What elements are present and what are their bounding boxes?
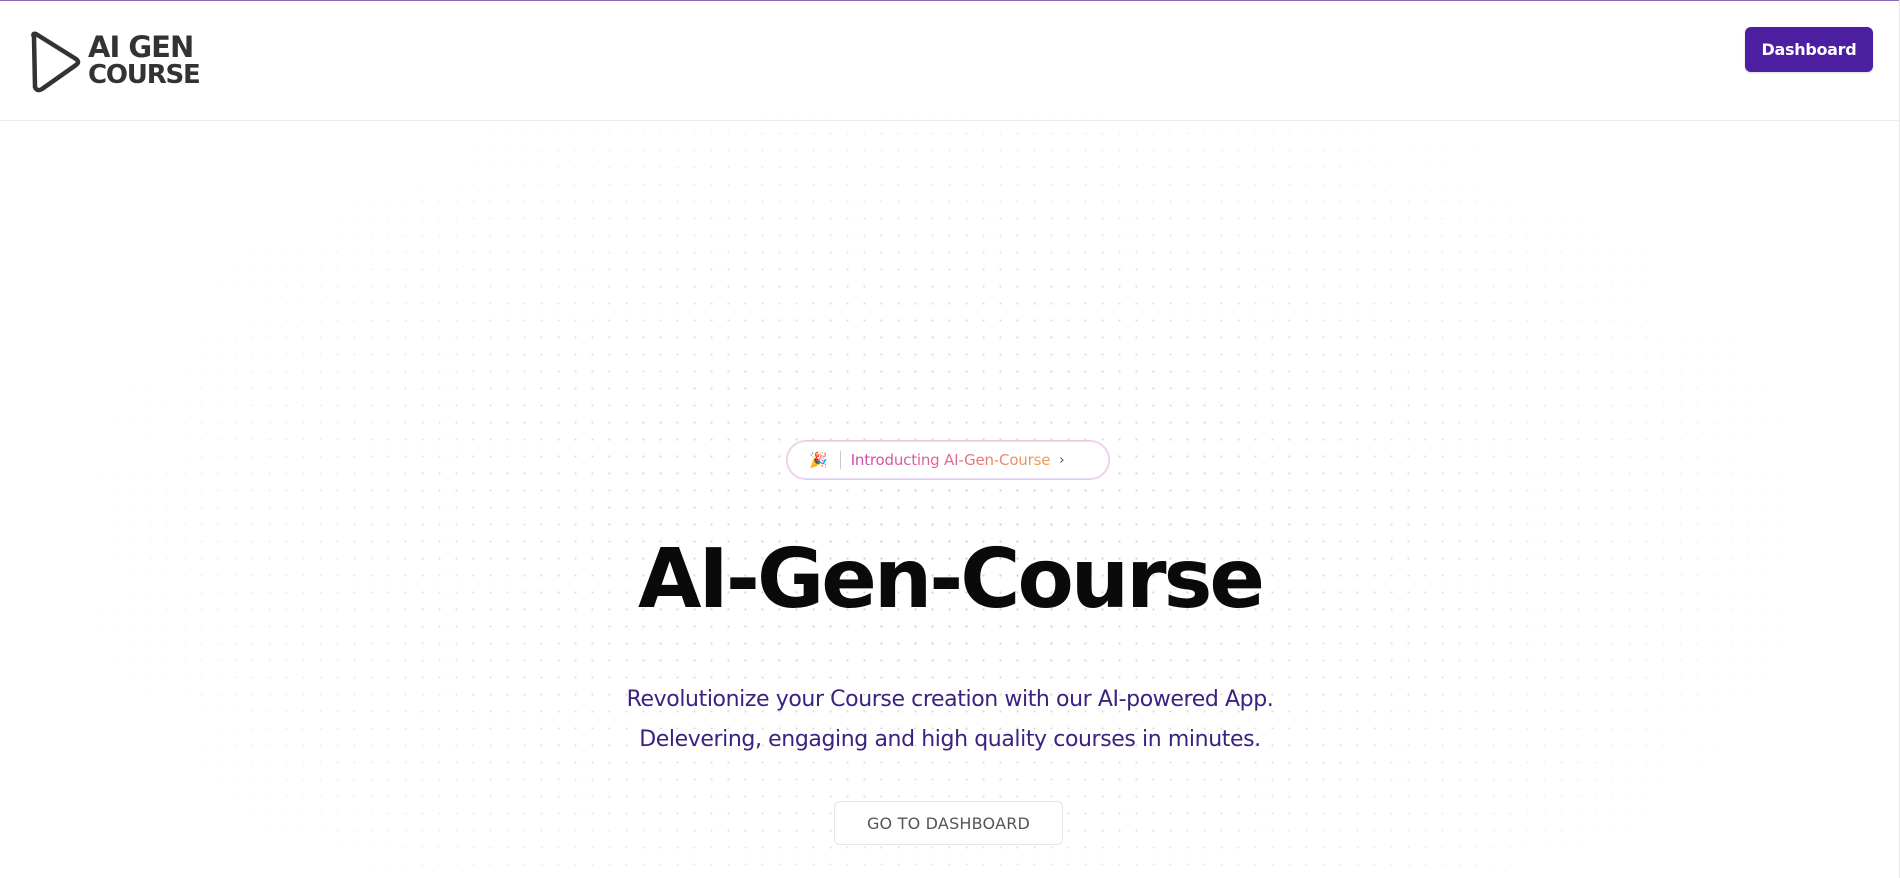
announcement-pill[interactable]: 🎉 Introducting AI-Gen-Course › <box>786 440 1110 480</box>
hero-subtitle-line-1: Revolutionize your Course creation with … <box>626 687 1274 712</box>
hero-title: AI-Gen-Course <box>637 532 1265 627</box>
logo-wordmark: AI GEN COURSE <box>88 30 201 90</box>
logo-line-2: COURSE <box>88 60 201 90</box>
landing-page: AI GEN COURSE Dashboard 🎉 Introducting A… <box>0 0 1900 878</box>
site-header: AI GEN COURSE Dashboard <box>0 1 1899 121</box>
party-popper-icon: 🎉 <box>809 450 828 469</box>
go-to-dashboard-button[interactable]: GO TO DASHBOARD <box>834 801 1063 845</box>
logo-line-1: AI GEN <box>88 30 194 64</box>
dashboard-button[interactable]: Dashboard <box>1745 27 1873 72</box>
logo[interactable]: AI GEN COURSE <box>28 29 208 93</box>
play-logo-icon <box>31 31 81 93</box>
hero-subtitle-line-2: Delevering, engaging and high quality co… <box>639 727 1261 752</box>
announcement-text: Introducting AI-Gen-Course <box>850 451 1051 469</box>
pill-divider <box>839 451 841 469</box>
chevron-right-icon: › <box>1059 452 1065 468</box>
